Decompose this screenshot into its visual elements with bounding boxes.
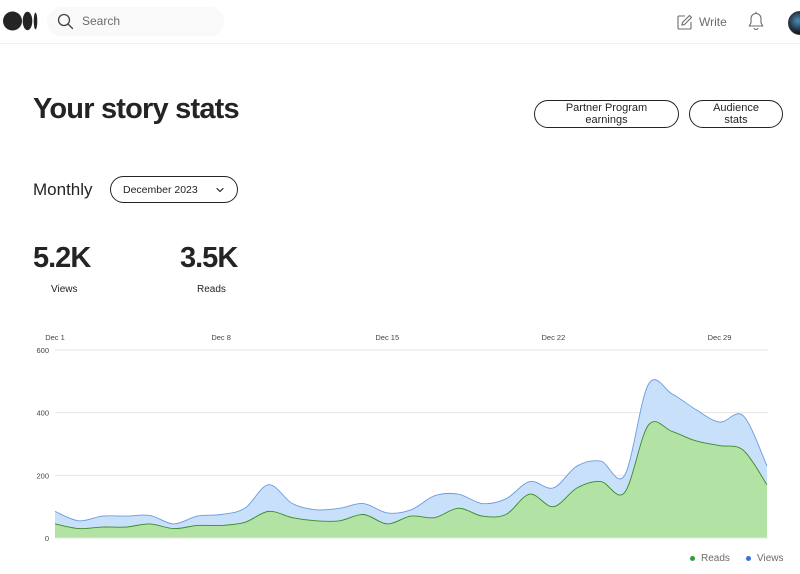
reads-dot-icon: [690, 556, 695, 561]
chevron-down-icon: [216, 187, 224, 193]
legend-views: Views: [746, 553, 784, 564]
x-tick-label: Dec 22: [542, 333, 566, 342]
search-input[interactable]: Search: [82, 14, 120, 28]
page-title: Your story stats: [33, 93, 240, 125]
write-icon: [677, 14, 693, 30]
x-tick-label: Dec 15: [375, 333, 399, 342]
x-tick-label: Dec 1: [45, 333, 65, 342]
y-tick-label: 0: [45, 534, 49, 543]
views-label: Views: [51, 284, 78, 295]
avatar[interactable]: [788, 11, 800, 35]
views-dot-icon: [746, 556, 751, 561]
y-tick-label: 600: [36, 346, 49, 355]
reads-count: 3.5K: [180, 242, 238, 274]
legend-reads: Reads: [690, 553, 730, 564]
partner-program-earnings-button[interactable]: Partner Program earnings: [534, 100, 679, 128]
period-label: Monthly: [33, 180, 93, 199]
month-dropdown[interactable]: December 2023: [110, 176, 238, 203]
legend-views-label: Views: [757, 553, 784, 564]
views-reads-chart: 0 200 400 600 Dec 1 Dec 8 Dec 15 Dec 22 Dec 29: [36, 333, 768, 543]
search-bar[interactable]: Search: [47, 7, 224, 36]
views-count: 5.2K: [33, 242, 91, 274]
audience-stats-button[interactable]: Audience stats: [689, 100, 783, 128]
y-tick-label: 400: [36, 409, 49, 418]
x-tick-label: Dec 29: [708, 333, 732, 342]
medium-logo-icon[interactable]: [3, 11, 39, 31]
x-tick-label: Dec 8: [211, 333, 231, 342]
search-icon: [57, 13, 74, 30]
legend-reads-label: Reads: [701, 553, 730, 564]
write-label: Write: [699, 15, 727, 29]
reads-label: Reads: [197, 284, 226, 295]
month-dropdown-value: December 2023: [123, 183, 198, 196]
y-tick-label: 200: [36, 471, 49, 480]
bell-icon[interactable]: [747, 11, 765, 31]
top-navigation-bar: Search Write: [0, 0, 800, 44]
write-button[interactable]: Write: [676, 12, 727, 32]
